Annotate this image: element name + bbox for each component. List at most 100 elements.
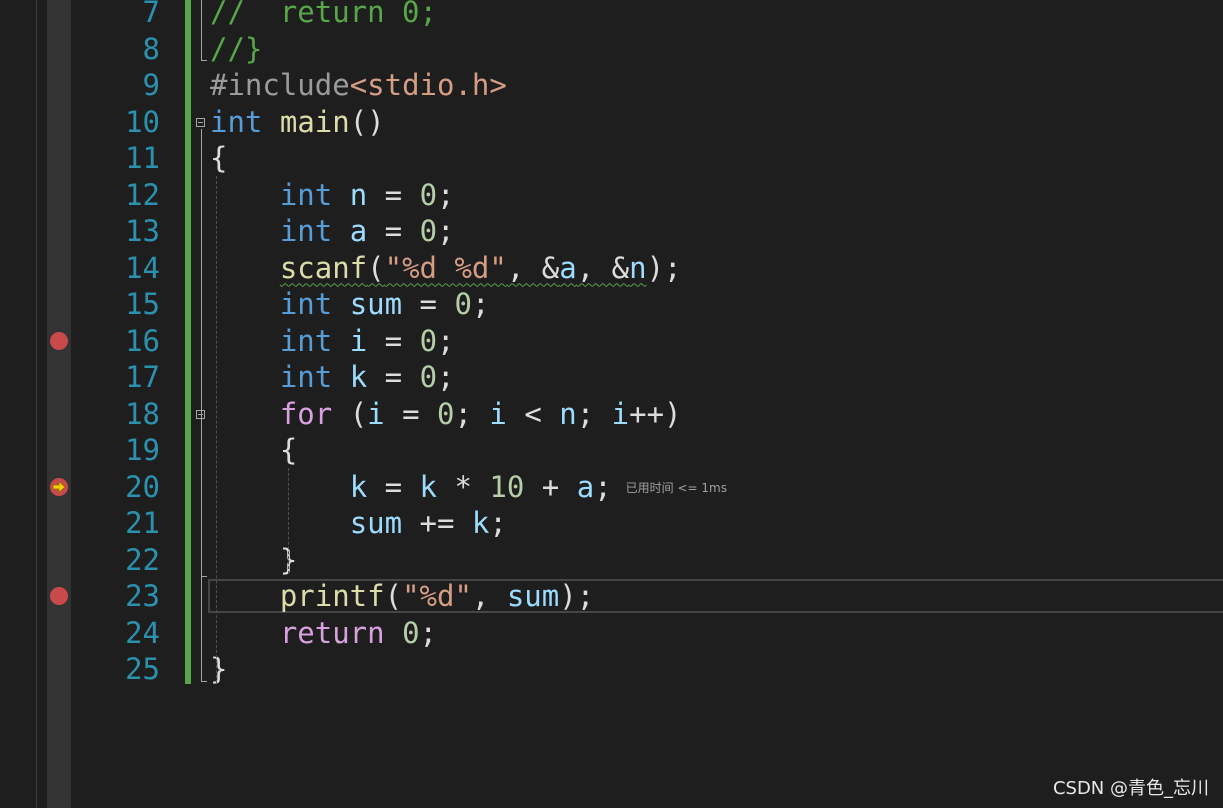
execution-pointer-icon[interactable]: [49, 477, 69, 497]
code-token: 0: [419, 214, 438, 248]
code-token: &: [541, 250, 560, 285]
code-line[interactable]: 7 // return 0;: [0, 0, 1223, 31]
code-token: return: [279, 615, 385, 650]
code-line[interactable]: 24 return 0;: [0, 615, 1223, 652]
indent-guide: [288, 468, 289, 574]
code-line[interactable]: 8 //}: [0, 31, 1223, 68]
line-number: 7: [142, 0, 160, 29]
code-token: =: [367, 177, 420, 212]
code-token: ++): [629, 396, 682, 431]
code-line[interactable]: 13 int a = 0;: [0, 213, 1223, 250]
code-token: k: [471, 506, 490, 540]
code-editor[interactable]: 7 // return 0; 8 //} 9 #include<stdio.h> 10 int…: [0, 0, 1223, 808]
code-token: ;: [576, 396, 612, 431]
code-line[interactable]: 17 int k = 0;: [0, 359, 1223, 396]
line-text: {: [210, 140, 227, 177]
code-line[interactable]: 23 printf("%d", sum);: [0, 578, 1223, 615]
line-number: 11: [125, 141, 160, 175]
code-line[interactable]: 16 int i = 0;: [0, 323, 1223, 360]
line-number: 17: [125, 360, 160, 394]
code-token: // return 0;: [210, 0, 437, 29]
watermark: CSDN @青色_忘川: [1052, 778, 1209, 799]
code-line[interactable]: 25}: [0, 651, 1223, 688]
code-token: ;: [489, 506, 507, 540]
code-token: main: [279, 104, 350, 139]
code-token: ;: [471, 287, 490, 321]
code-token: "%d %d": [384, 250, 507, 285]
code-line[interactable]: 20 k = k * 10 + a; 已用时间 <= 1ms: [0, 469, 1223, 506]
line-number: 16: [125, 323, 160, 358]
line-number: 18: [125, 396, 160, 431]
code-token: ;: [437, 214, 455, 248]
breakpoint-icon[interactable]: [50, 587, 68, 605]
code-line[interactable]: 19 {: [0, 432, 1223, 469]
code-token: =: [367, 214, 420, 248]
line-text: #include<stdio.h>: [210, 67, 507, 104]
code-line[interactable]: 12 int n = 0;: [0, 177, 1223, 214]
code-line[interactable]: 11 {: [0, 140, 1223, 177]
line-text: int k = 0;: [210, 359, 455, 396]
code-line[interactable]: 22 }: [0, 542, 1223, 579]
code-line[interactable]: 14 scanf("%d %d", &a, &n);: [0, 250, 1223, 287]
code-token: int: [279, 360, 333, 394]
code-token: printf: [279, 579, 385, 613]
line-text: {: [210, 432, 297, 469]
line-text: scanf("%d %d", &a, &n);: [210, 250, 682, 287]
code-token: n: [559, 396, 577, 431]
line-text: int n = 0;: [210, 177, 455, 214]
code-token: ;: [454, 396, 490, 431]
line-text: for (i = 0; i < n; i++): [210, 396, 682, 433]
code-token: n: [349, 177, 368, 212]
code-token: k: [419, 469, 438, 504]
code-token: sum: [349, 506, 403, 540]
code-line[interactable]: 15 int sum = 0;: [0, 286, 1223, 323]
code-line[interactable]: 9 #include<stdio.h>: [0, 67, 1223, 104]
code-token: "%d": [402, 579, 472, 613]
line-number: 21: [125, 506, 160, 540]
code-token: ;: [419, 615, 438, 650]
code-token: (: [384, 579, 403, 613]
line-text: int i = 0;: [210, 323, 455, 360]
code-token: ;: [594, 469, 612, 504]
line-number: 12: [125, 177, 160, 212]
code-line[interactable]: 10 int main(): [0, 104, 1223, 141]
code-token: int: [279, 323, 333, 358]
fold-collapse-icon[interactable]: [196, 117, 205, 127]
code-token: +: [524, 469, 577, 504]
code-token: ): [646, 250, 665, 285]
indent-guide: [216, 176, 217, 683]
code-token: i: [349, 323, 368, 358]
code-line[interactable]: 18 for (i = 0; i < n; i++): [0, 396, 1223, 433]
line-text: return 0;: [210, 615, 437, 652]
code-token: 0: [437, 396, 455, 431]
line-number: 10: [125, 104, 160, 139]
breakpoint-icon[interactable]: [50, 331, 68, 350]
code-line[interactable]: 21 sum += k;: [0, 505, 1223, 542]
code-token: =: [402, 287, 455, 321]
code-token: int: [210, 104, 263, 139]
code-token: i: [611, 396, 630, 431]
code-token: <stdio.h>: [349, 68, 507, 102]
code-token: 0: [419, 177, 438, 212]
line-text: int a = 0;: [210, 213, 455, 250]
line-number: 15: [125, 287, 160, 321]
code-token: }: [210, 652, 228, 686]
code-token: k: [349, 469, 368, 504]
line-text: // return 0;: [210, 0, 437, 31]
code-token: scanf: [279, 250, 368, 285]
fold-guide-end: [201, 681, 207, 682]
line-number: 19: [125, 433, 160, 467]
line-number: 24: [125, 615, 160, 650]
line-number: 25: [125, 652, 160, 686]
